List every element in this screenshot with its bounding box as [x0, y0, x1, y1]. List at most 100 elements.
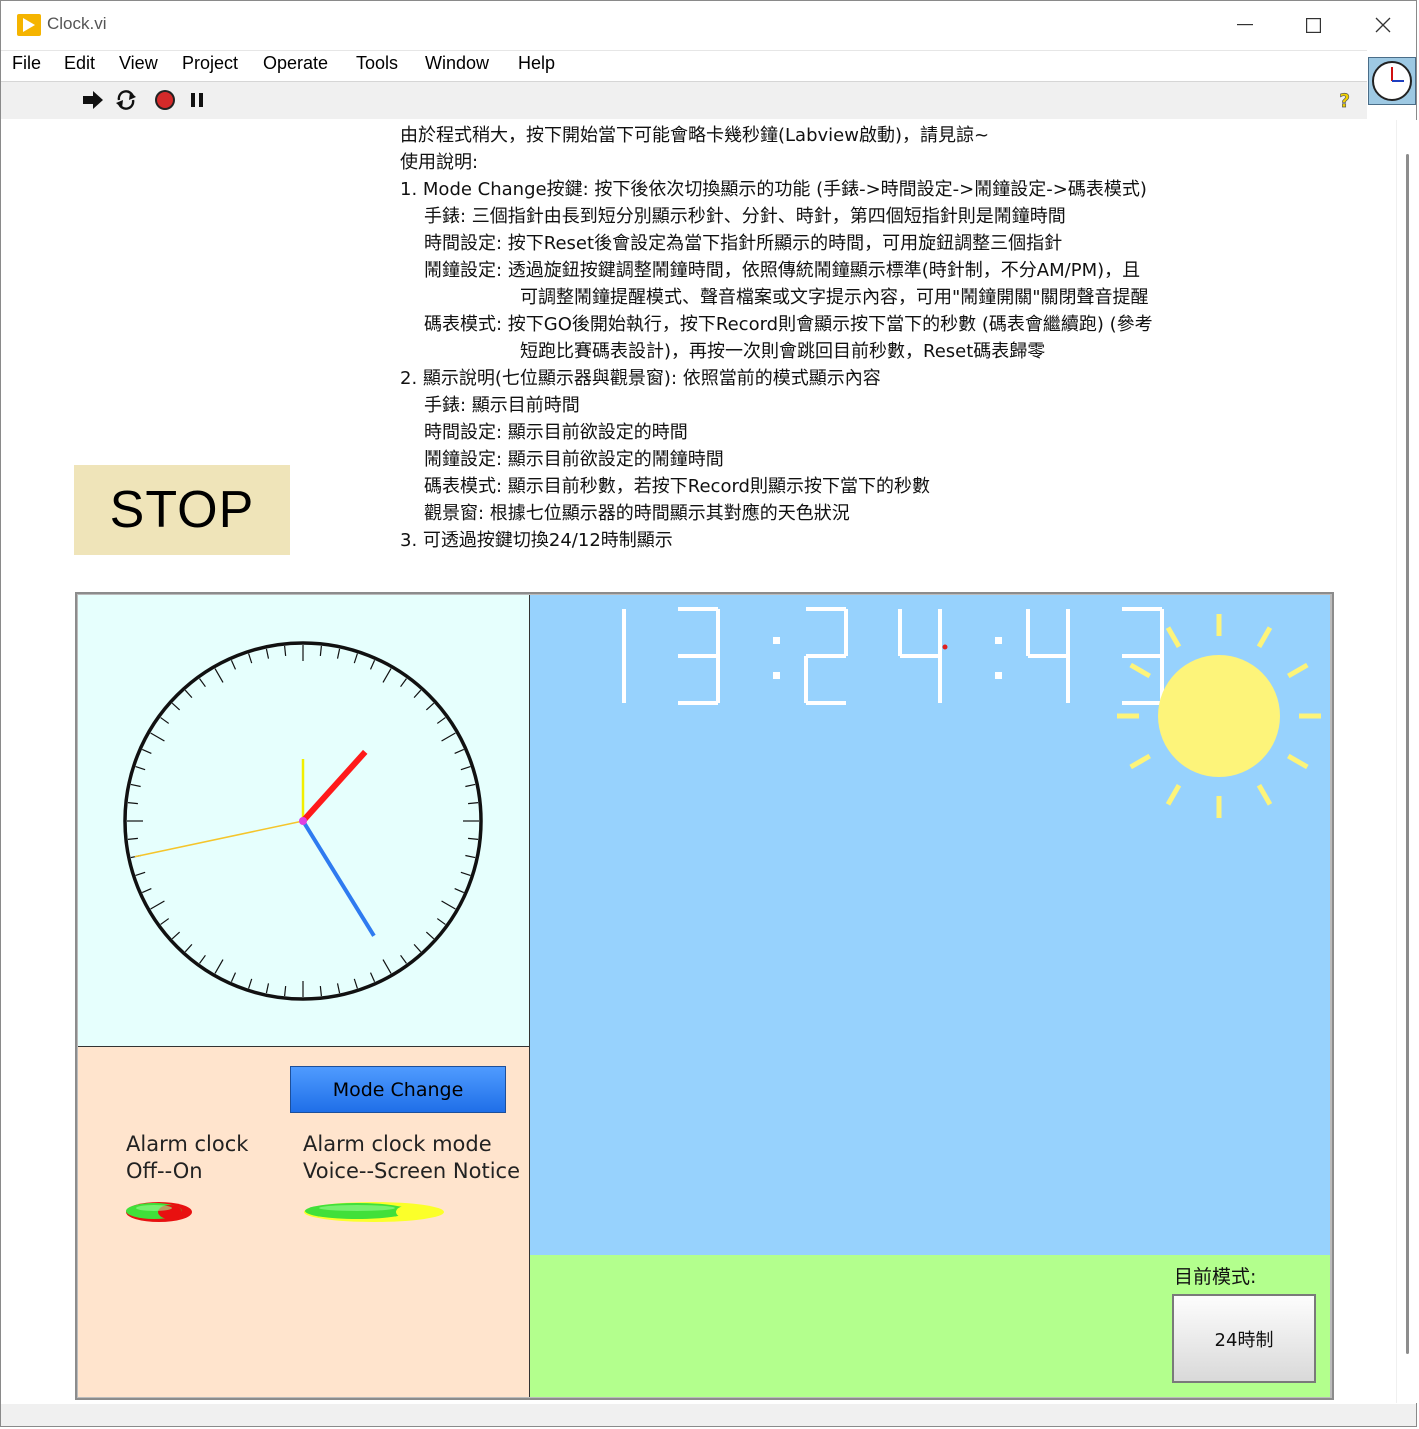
mode-change-button[interactable]: Mode Change: [290, 1066, 506, 1113]
clock-tick: [454, 748, 465, 755]
instruction-line: 1. Mode Change按鍵: 按下後依次切換顯示的功能 (手錶->時間設定…: [400, 179, 1147, 200]
clock-tick: [468, 837, 479, 840]
clock-tick: [130, 783, 141, 788]
sun-ray: [1256, 784, 1273, 806]
clock-tick: [353, 653, 358, 664]
labview-app-icon: [17, 14, 41, 36]
sun-ray: [1129, 662, 1151, 679]
hour-hand: [300, 749, 368, 824]
clock-tick: [171, 702, 181, 711]
clock-tick: [353, 978, 358, 989]
clock-tick: [436, 918, 446, 925]
sun-ray: [1165, 784, 1182, 806]
clock-tick: [199, 954, 206, 964]
clock-tick: [465, 854, 476, 859]
clock-tick: [425, 702, 435, 711]
sun-ray: [1165, 626, 1182, 648]
clock-tick: [382, 959, 392, 974]
clock-tick: [150, 900, 165, 910]
clock-tick: [160, 918, 170, 925]
menu-file[interactable]: File: [12, 53, 41, 74]
alarm-mode-toggle[interactable]: [302, 1199, 448, 1225]
instruction-line: 由於程式稍大，按下開始當下可能會略卡幾秒鐘(Labview啟動)，請見諒~: [400, 125, 990, 146]
clock-tick: [184, 689, 193, 699]
menu-operate[interactable]: Operate: [263, 53, 328, 74]
sun-disc: [1158, 655, 1280, 777]
menu-help[interactable]: Help: [518, 53, 555, 74]
clock-tick: [214, 668, 224, 683]
analog-clock-pane: [78, 595, 530, 1047]
instructions-text: 由於程式稍大，按下開始當下可能會略卡幾秒鐘(Labview啟動)，請見諒~ 使用說…: [400, 122, 1300, 554]
colon-dot: [773, 637, 780, 644]
menu-bar: File Edit View Project Operate Tools Win…: [1, 50, 1367, 81]
clock-tick: [160, 717, 170, 724]
clock-tick: [413, 943, 422, 953]
context-help-icon[interactable]: ?: [1334, 89, 1358, 111]
hour-format-button[interactable]: 24時制: [1172, 1294, 1316, 1383]
minimize-button[interactable]: [1211, 1, 1279, 49]
seven-segment-display: [622, 607, 1164, 705]
clock-tick: [184, 943, 193, 953]
clock-center-pin: [299, 817, 307, 825]
clock-tick: [248, 978, 253, 989]
clock-tick: [265, 983, 270, 994]
menu-edit[interactable]: Edit: [64, 53, 95, 74]
abort-icon[interactable]: [153, 89, 177, 111]
sun-ray: [1287, 753, 1309, 770]
clock-tick: [319, 645, 322, 656]
menu-tools[interactable]: Tools: [356, 53, 398, 74]
clock-tick: [441, 732, 456, 742]
menu-window[interactable]: Window: [425, 53, 489, 74]
analog-clock: [123, 641, 483, 1001]
vi-connector-icon[interactable]: [1368, 57, 1416, 105]
clock-tick: [460, 871, 471, 876]
sun-ray: [1129, 753, 1151, 770]
colon-dot: [995, 637, 1002, 644]
instruction-line: 時間設定: 按下Reset後會設定為當下指針所顯示的時間，可用旋鈕調整三個指針: [424, 233, 1063, 254]
clock-tick: [284, 986, 287, 997]
instruction-line: 時間設定: 顯示目前欲設定的時間: [424, 422, 688, 443]
vertical-scrollbar[interactable]: [1396, 120, 1417, 1403]
pause-icon[interactable]: [186, 89, 210, 111]
sun-ray: [1256, 626, 1273, 648]
instruction-line: 手錶: 顯示目前時間: [424, 395, 580, 416]
colon-dot: [773, 672, 780, 679]
clock-tick: [425, 931, 435, 940]
clock-tick: [336, 983, 341, 994]
clock-tick: [141, 887, 152, 894]
clock-tick: [369, 972, 376, 983]
menu-project[interactable]: Project: [182, 53, 238, 74]
clock-tick: [400, 678, 407, 688]
view-window: [622, 607, 1321, 818]
maximize-icon: [1305, 17, 1321, 33]
clock-tick: [127, 837, 138, 840]
clock-tick: [400, 954, 407, 964]
scrollbar-thumb[interactable]: [1406, 154, 1409, 1354]
instruction-line: 2. 顯示說明(七位顯示器與觀景窗): 依照當前的模式顯示內容: [400, 368, 881, 389]
instruction-line: 可調整鬧鐘提醒模式、聲音檔案或文字提示內容，可用"鬧鐘開關"關閉聲音提醒: [520, 287, 1149, 308]
clock-tick: [319, 986, 322, 997]
maximize-button[interactable]: [1279, 1, 1347, 49]
close-button[interactable]: [1349, 1, 1417, 49]
clock-tick: [150, 732, 165, 742]
clock-tick: [465, 783, 476, 788]
clock-tick: [454, 887, 465, 894]
stop-button[interactable]: STOP: [74, 465, 290, 555]
clock-tick: [265, 648, 270, 659]
run-continuously-icon[interactable]: [114, 89, 138, 111]
clock-tick: [468, 802, 479, 805]
horizontal-scrollbar[interactable]: [1, 1404, 1416, 1426]
current-mode-label: 目前模式:: [1174, 1266, 1257, 1288]
sun-icon: [1117, 614, 1321, 818]
clock-tick: [135, 766, 146, 771]
clock-tick: [336, 648, 341, 659]
menu-view[interactable]: View: [119, 53, 158, 74]
alarm-clock-toggle[interactable]: [124, 1199, 196, 1225]
instruction-line: 短跑比賽碼表設計)，再按一次則會跳回目前秒數，Reset碼表歸零: [520, 341, 1046, 362]
second-hand: [134, 820, 304, 858]
colon-dot: [995, 672, 1002, 679]
clock-tick: [441, 900, 456, 910]
instruction-line: 鬧鐘設定: 透過旋鈕按鍵調整鬧鐘時間，依照傳統鬧鐘顯示標準(時針制，不分AM/P…: [424, 260, 1141, 281]
clock-tick: [214, 959, 224, 974]
run-arrow-icon[interactable]: [81, 89, 105, 111]
